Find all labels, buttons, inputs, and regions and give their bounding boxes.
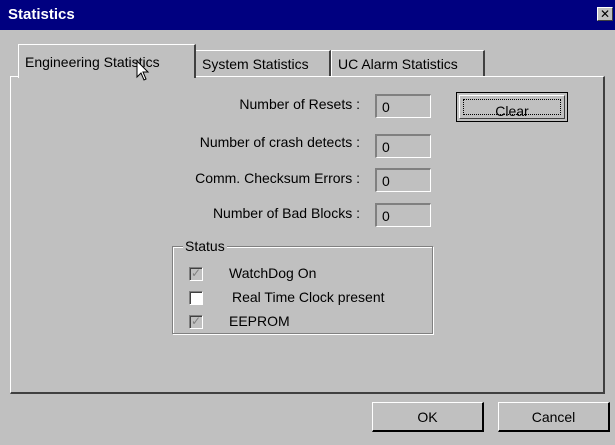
tab-engineering-statistics[interactable]: Engineering Statistics bbox=[18, 44, 196, 78]
check-icon: ✓ bbox=[190, 314, 202, 328]
resets-field[interactable]: 0 bbox=[375, 94, 431, 118]
clear-button[interactable]: Clear bbox=[456, 92, 568, 122]
crash-detects-value: 0 bbox=[382, 139, 390, 155]
ok-button[interactable]: OK bbox=[372, 402, 484, 432]
checksum-errors-field[interactable]: 0 bbox=[375, 168, 431, 192]
resets-label: Number of Resets : bbox=[239, 96, 360, 112]
rtc-checkbox[interactable] bbox=[189, 291, 203, 305]
close-button[interactable]: ✕ bbox=[597, 7, 613, 21]
tab-panel bbox=[10, 76, 605, 394]
crash-detects-field[interactable]: 0 bbox=[375, 134, 431, 158]
checksum-errors-label: Comm. Checksum Errors : bbox=[195, 170, 360, 186]
mouse-cursor-icon bbox=[136, 60, 150, 81]
tab-label: UC Alarm Statistics bbox=[338, 56, 458, 72]
cancel-button[interactable]: Cancel bbox=[498, 402, 610, 432]
statistics-dialog: Statistics ✕ Engineering Statistics Syst… bbox=[0, 0, 615, 445]
tab-system-statistics[interactable]: System Statistics bbox=[195, 50, 331, 76]
watchdog-label: WatchDog On bbox=[229, 265, 317, 281]
title-bar[interactable]: Statistics ✕ bbox=[0, 0, 615, 30]
window-title: Statistics bbox=[8, 6, 75, 23]
check-icon: ✓ bbox=[190, 266, 202, 280]
resets-value: 0 bbox=[382, 99, 390, 115]
cancel-label: Cancel bbox=[531, 409, 576, 425]
eeprom-label: EEPROM bbox=[229, 313, 290, 329]
crash-detects-label: Number of crash detects : bbox=[199, 134, 360, 150]
tab-uc-alarm-statistics[interactable]: UC Alarm Statistics bbox=[331, 50, 485, 76]
clear-button-label: Clear bbox=[463, 99, 561, 119]
ok-label: OK bbox=[417, 409, 438, 425]
bad-blocks-field[interactable]: 0 bbox=[375, 203, 431, 227]
status-group: Status ✓ WatchDog On Real Time Clock pre… bbox=[172, 238, 433, 334]
checksum-errors-value: 0 bbox=[382, 173, 390, 189]
watchdog-checkbox[interactable]: ✓ bbox=[189, 267, 203, 281]
tab-label: System Statistics bbox=[202, 56, 309, 72]
rtc-label: Real Time Clock present bbox=[232, 289, 385, 305]
status-legend: Status bbox=[183, 238, 227, 254]
close-icon: ✕ bbox=[599, 7, 611, 21]
bad-blocks-label: Number of Bad Blocks : bbox=[212, 205, 360, 221]
eeprom-checkbox[interactable]: ✓ bbox=[189, 315, 203, 329]
bad-blocks-value: 0 bbox=[382, 208, 390, 224]
